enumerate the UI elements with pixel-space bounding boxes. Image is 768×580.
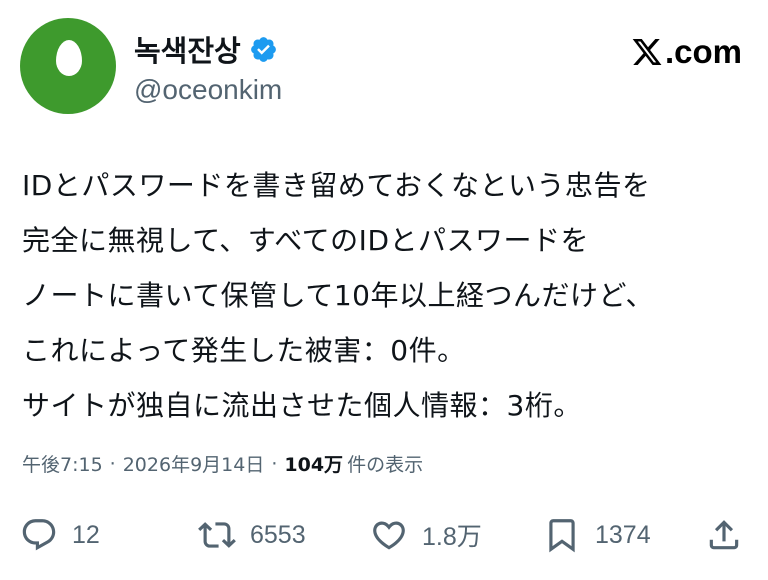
bookmark-count: 1374 [595, 520, 651, 549]
bookmark-icon [549, 519, 575, 553]
meta-separator: · [271, 452, 278, 475]
retweet-count: 6553 [250, 520, 306, 549]
action-bar: 12 6553 1.8万 1374 [0, 510, 768, 560]
views-count[interactable]: 104万 [284, 450, 343, 477]
share-button[interactable] [705, 510, 743, 560]
like-count: 1.8万 [422, 523, 482, 551]
bookmark-button[interactable]: 1374 [543, 510, 651, 560]
share-icon [709, 520, 739, 550]
retweet-button[interactable]: 6553 [198, 510, 306, 560]
x-logo-icon [630, 36, 664, 68]
tweet-line: IDとパスワードを書き留めておくなという忠告を [22, 169, 651, 202]
reply-count: 12 [72, 520, 100, 549]
tweet-meta: 午後7:15 · 2026年9月14日 · 104万 件の表示 [22, 450, 423, 477]
tweet-time[interactable]: 午後7:15 [22, 450, 103, 477]
tweet-line: ノートに書いて保管して10年以上経つんだけど、 [22, 279, 655, 312]
name-row: 녹색잔상 [134, 30, 278, 68]
retweet-icon [198, 522, 236, 548]
tweet-date[interactable]: 2026年9月14日 [123, 450, 265, 477]
brand-text: .com [664, 33, 742, 70]
tweet-line: これによって発生した被害：0件。 [22, 334, 466, 367]
tweet-line: 完全に無視して、すべてのIDとパスワードを [22, 224, 590, 257]
tweet-body: IDとパスワードを書き留めておくなという忠告を 完全に無視して、すべてのIDとパ… [22, 158, 752, 433]
display-name[interactable]: 녹색잔상 [134, 28, 241, 70]
views-label: 件の表示 [347, 454, 424, 476]
meta-separator: · [109, 452, 116, 475]
reply-icon [22, 519, 56, 551]
avatar[interactable] [20, 18, 116, 114]
tweet-line: サイトが独自に流出させた個人情報：3桁。 [22, 389, 582, 422]
x-com-brand[interactable]: .com [630, 30, 742, 74]
heart-icon [373, 521, 405, 550]
egg-icon [56, 40, 82, 76]
verified-badge-icon [249, 35, 278, 64]
tweet-header: 녹색잔상 @oceonkim .com [0, 0, 768, 130]
reply-button[interactable]: 12 [20, 510, 100, 560]
user-handle[interactable]: @oceonkim [134, 74, 282, 106]
like-button[interactable]: 1.8万 [370, 510, 482, 560]
